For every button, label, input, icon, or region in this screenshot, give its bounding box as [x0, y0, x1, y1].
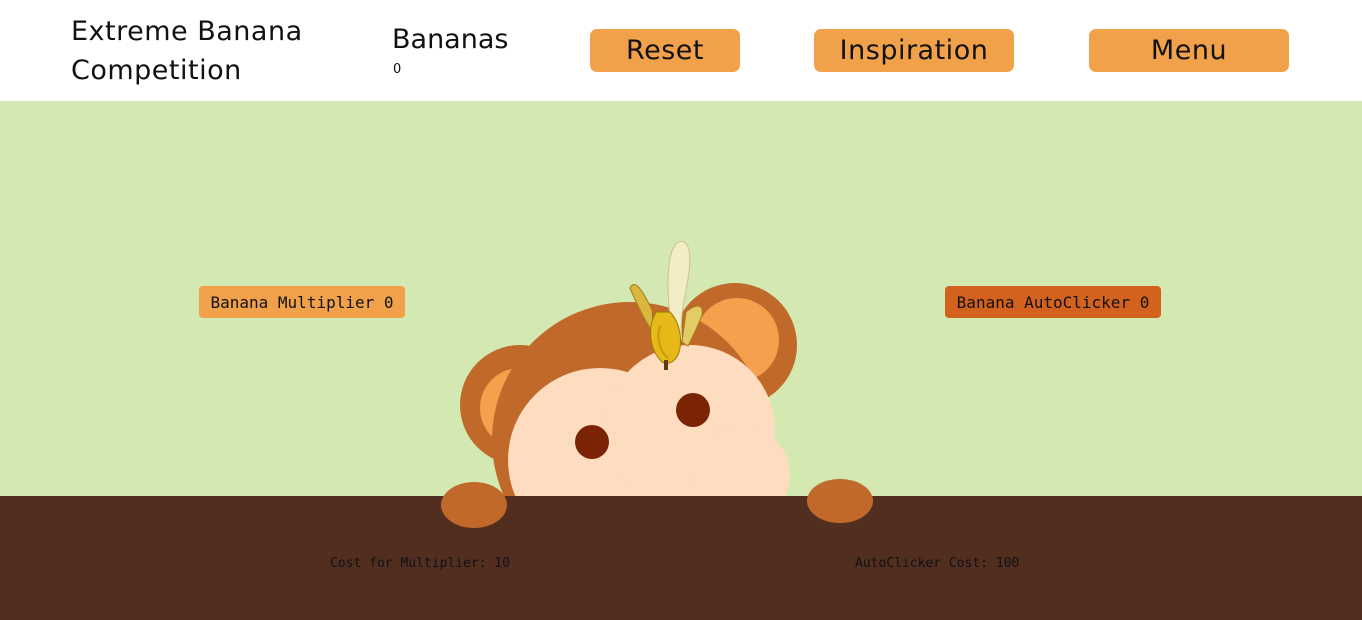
banana-count-label: Bananas [392, 24, 509, 55]
monkey-head [460, 283, 797, 496]
multiplier-cost-text: Cost for Multiplier: 10 [330, 556, 511, 571]
header-bar: Extreme Banana Competition Bananas 0 Res… [0, 0, 1362, 101]
monkey-with-banana-icon[interactable] [430, 230, 900, 540]
banana-multiplier-button[interactable]: Banana Multiplier 0 [199, 286, 405, 318]
menu-button[interactable]: Menu [1089, 29, 1289, 72]
inspiration-button[interactable]: Inspiration [814, 29, 1014, 72]
page-title: Extreme Banana Competition [71, 12, 361, 90]
monkey-left-hand [441, 482, 507, 528]
title-line-1: Extreme Banana [71, 16, 303, 47]
banana-count-value: 0 [393, 62, 402, 77]
autoclicker-cost-text: AutoClicker Cost: 100 [855, 556, 1020, 571]
monkey-right-hand [807, 479, 873, 523]
banana-autoclicker-button[interactable]: Banana AutoClicker 0 [945, 286, 1161, 318]
title-line-2: Competition [71, 55, 242, 86]
reset-button[interactable]: Reset [590, 29, 740, 72]
